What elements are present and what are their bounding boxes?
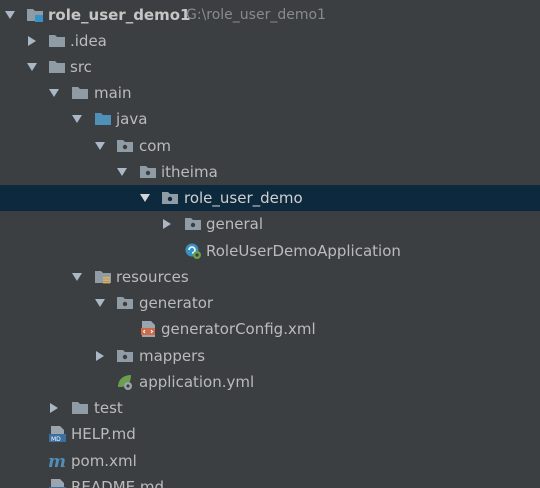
tree-row-readme-md[interactable]: README.md (0, 474, 540, 488)
package-icon (116, 290, 134, 316)
package-icon (184, 211, 202, 237)
tree-row-src[interactable]: src (0, 54, 540, 80)
tree-row-com[interactable]: com (0, 133, 540, 159)
spring-yml-file-icon (116, 369, 134, 395)
tree-row-test[interactable]: test (0, 395, 540, 421)
tree-row-roleuserdemoapplication[interactable]: RoleUserDemoApplication (0, 238, 540, 264)
xml-file-icon (139, 316, 157, 342)
tree-node-label: src (70, 58, 92, 76)
tree-row-role-user-demo[interactable]: role_user_demo (0, 185, 540, 211)
expand-arrow-icon[interactable] (71, 264, 85, 290)
folder-icon (71, 395, 89, 421)
tree-node-label: main (94, 84, 132, 102)
expand-arrow-icon[interactable] (116, 159, 130, 185)
tree-node-label: generator (139, 294, 214, 312)
folder-icon (48, 28, 66, 54)
tree-node-label: general (206, 215, 264, 233)
markdown-file-icon (48, 474, 66, 488)
resources-root-folder-icon (94, 264, 112, 290)
tree-node-label: .idea (70, 32, 107, 50)
tree-node-label: mappers (139, 347, 206, 365)
tree-node-label: pom.xml (71, 452, 137, 470)
tree-row-itheima[interactable]: itheima (0, 159, 540, 185)
expand-arrow-icon[interactable] (94, 133, 108, 159)
expand-arrow-icon[interactable] (139, 185, 153, 211)
package-icon (116, 343, 134, 369)
collapse-arrow-icon[interactable] (26, 28, 40, 54)
project-tree: role_user_demo1 G:\role_user_demo1 .idea… (0, 0, 540, 488)
tree-row-mappers[interactable]: mappers (0, 343, 540, 369)
folder-icon (48, 54, 66, 80)
tree-node-label: README.md (71, 478, 165, 488)
source-root-folder-icon (94, 106, 112, 132)
expand-arrow-icon[interactable] (4, 2, 18, 28)
expand-arrow-icon[interactable] (71, 106, 85, 132)
tree-node-label: generatorConfig.xml (161, 320, 316, 338)
tree-row-pom-xml[interactable]: m pom.xml (0, 448, 540, 474)
tree-node-label: itheima (161, 163, 218, 181)
tree-node-label: resources (116, 268, 189, 286)
package-icon (139, 159, 157, 185)
tree-node-label: RoleUserDemoApplication (206, 242, 401, 260)
tree-node-label: role_user_demo (184, 189, 303, 207)
tree-node-label: test (94, 399, 123, 417)
tree-node-label: java (116, 110, 148, 128)
tree-row-java[interactable]: java (0, 106, 540, 132)
tree-row-generatorconfig-xml[interactable]: generatorConfig.xml (0, 316, 540, 342)
tree-row-application-yml[interactable]: application.yml (0, 369, 540, 395)
maven-file-icon: m (48, 448, 66, 474)
package-icon (116, 133, 134, 159)
tree-row-main[interactable]: main (0, 80, 540, 106)
project-path-hint: G:\role_user_demo1 (186, 7, 326, 23)
tree-node-label: com (139, 137, 172, 155)
tree-node-label: application.yml (139, 373, 255, 391)
expand-arrow-icon[interactable] (26, 54, 40, 80)
package-icon (161, 185, 179, 211)
folder-icon (71, 80, 89, 106)
tree-row-idea[interactable]: .idea (0, 28, 540, 54)
tree-row-role-user-demo1[interactable]: role_user_demo1 G:\role_user_demo1 (0, 2, 540, 28)
tree-row-generator[interactable]: generator (0, 290, 540, 316)
spring-boot-class-icon (184, 238, 202, 264)
expand-arrow-icon[interactable] (94, 290, 108, 316)
collapse-arrow-icon[interactable] (161, 211, 175, 237)
expand-arrow-icon[interactable] (48, 80, 62, 106)
svg-text:m: m (48, 452, 66, 470)
tree-row-general[interactable]: general (0, 211, 540, 237)
markdown-file-icon: MD (48, 421, 66, 447)
tree-row-help-md[interactable]: MD HELP.md (0, 421, 540, 447)
tree-node-label: HELP.md (71, 425, 136, 443)
collapse-arrow-icon[interactable] (94, 343, 108, 369)
tree-node-label: role_user_demo1 (48, 6, 191, 24)
tree-row-resources[interactable]: resources (0, 264, 540, 290)
module-folder-icon (26, 2, 44, 28)
collapse-arrow-icon[interactable] (48, 395, 62, 421)
svg-text:MD: MD (51, 436, 61, 443)
